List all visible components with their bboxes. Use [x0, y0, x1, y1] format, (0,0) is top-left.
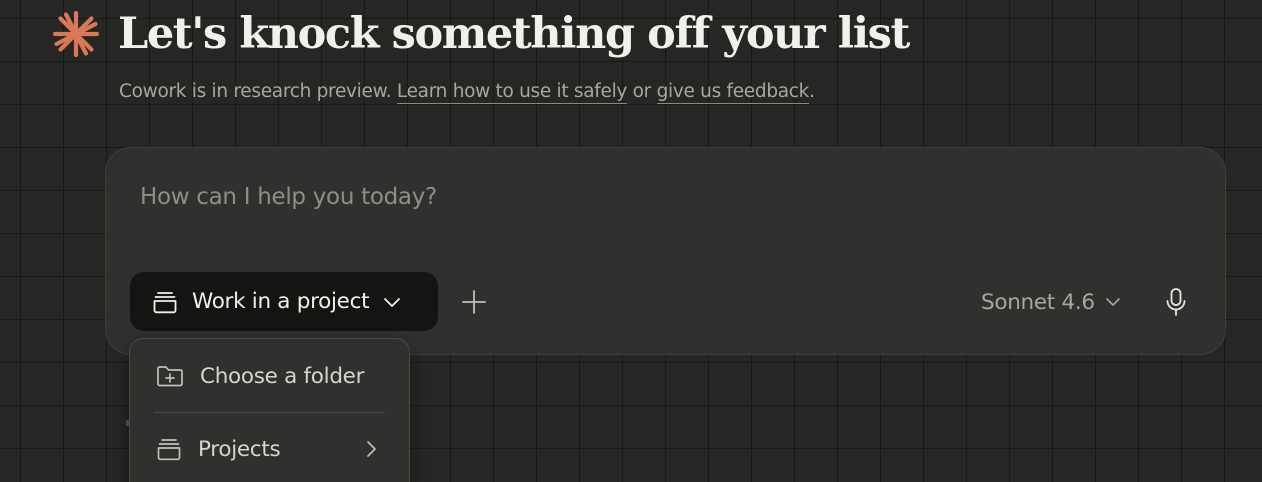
work-in-project-label: Work in a project — [192, 289, 370, 314]
learn-safety-link[interactable]: Learn how to use it safely — [396, 81, 627, 104]
preview-notice: Cowork is in research preview. Learn how… — [119, 81, 815, 104]
chevron-right-icon — [365, 440, 377, 458]
menu-item-projects[interactable]: Projects — [130, 419, 409, 479]
header: Let's knock something off your list — [52, 8, 910, 60]
work-in-project-button[interactable]: Work in a project — [130, 272, 438, 331]
plus-icon[interactable] — [458, 286, 490, 318]
feedback-link[interactable]: give us feedback — [656, 81, 809, 104]
menu-item-label: Choose a folder — [200, 363, 365, 389]
composer: How can I help you today? Work in a proj… — [105, 147, 1226, 355]
asterisk-sparkle-icon — [52, 8, 100, 60]
menu-divider — [154, 412, 385, 413]
chevron-down-icon — [383, 296, 401, 308]
menu-item-label: Projects — [198, 436, 281, 462]
preview-notice-middle: or — [627, 81, 657, 102]
project-dropdown-menu: Choose a folder Projects — [129, 338, 410, 482]
chevron-down-icon — [1105, 297, 1121, 307]
stack-box-icon — [152, 290, 178, 314]
folder-plus-icon — [156, 364, 184, 388]
stack-box-icon — [156, 437, 182, 461]
page-title: Let's knock something off your list — [118, 9, 910, 59]
preview-notice-prefix: Cowork is in research preview. — [119, 81, 397, 102]
menu-item-choose-folder[interactable]: Choose a folder — [130, 346, 409, 406]
model-label: Sonnet 4.6 — [981, 289, 1095, 315]
model-selector[interactable]: Sonnet 4.6 — [981, 286, 1121, 318]
preview-notice-suffix: . — [809, 81, 815, 102]
microphone-icon[interactable] — [1164, 286, 1188, 318]
prompt-input[interactable]: How can I help you today? — [140, 184, 840, 210]
